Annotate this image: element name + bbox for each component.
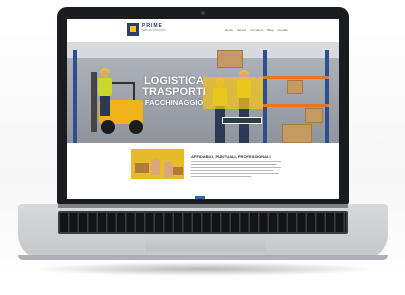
laptop-front-edge <box>18 255 388 260</box>
camera-icon <box>201 11 205 15</box>
keyboard-keys <box>60 213 346 232</box>
rack-beam <box>263 76 329 79</box>
torso <box>98 78 112 96</box>
head <box>101 70 109 78</box>
box <box>173 167 183 175</box>
nav-menu: Home Servizi Chi siamo Blog Contatti <box>225 28 288 32</box>
hero-headline: LOGISTICA TRASPORTI FACCHINAGGIO <box>133 76 215 107</box>
laptop-lid: PRIME SERVIZI INTEGRATI Home Servizi Chi… <box>57 7 349 204</box>
nav-item-contatti[interactable]: Contatti <box>277 28 287 32</box>
feature-text-lines <box>191 161 281 179</box>
hero-cta-button[interactable] <box>222 117 262 124</box>
keyboard <box>58 211 348 234</box>
person <box>164 161 173 177</box>
line <box>191 170 273 171</box>
legs <box>215 106 225 143</box>
line <box>191 161 281 162</box>
hero-line-facchinaggio: FACCHINAGGIO <box>144 98 204 107</box>
hero-banner: LOGISTICA TRASPORTI FACCHINAGGIO <box>67 42 339 143</box>
nav-item-blog[interactable]: Blog <box>267 28 273 32</box>
logo-subtitle: SERVIZI INTEGRATI <box>142 29 166 32</box>
hero-line-trasporti: TRASPORTI <box>142 86 206 98</box>
warehouse-ceiling <box>67 42 339 58</box>
nav-item-home[interactable]: Home <box>225 28 233 32</box>
rack-beam <box>263 104 329 107</box>
cardboard-box <box>217 50 243 68</box>
line <box>191 167 281 168</box>
feature-image <box>131 149 184 179</box>
legs <box>100 96 110 116</box>
laptop-shadow <box>30 262 375 276</box>
warehouse-rack <box>73 50 77 143</box>
laptop-hinge <box>58 204 348 208</box>
logo-mark-icon <box>127 23 139 36</box>
nav-item-chi-siamo[interactable]: Chi siamo <box>250 28 263 32</box>
cardboard-box <box>287 80 303 94</box>
cardboard-box <box>305 108 323 123</box>
forklift-wheel <box>101 120 115 134</box>
box <box>135 163 149 173</box>
laptop-screen: PRIME SERVIZI INTEGRATI Home Servizi Chi… <box>67 19 339 199</box>
person <box>151 159 160 175</box>
cardboard-box <box>282 124 312 143</box>
section-divider <box>67 143 339 147</box>
feature-title: AFFIDABILI, PUNTUALI, PROFESSIONALI <box>191 154 271 159</box>
warehouse-rack <box>263 50 267 143</box>
forklift-wheel <box>129 120 143 134</box>
website-navbar: PRIME SERVIZI INTEGRATI Home Servizi Chi… <box>67 19 339 42</box>
feature-button[interactable] <box>195 196 205 199</box>
warehouse-rack <box>325 50 329 143</box>
line <box>191 164 277 165</box>
nav-item-servizi[interactable]: Servizi <box>237 28 246 32</box>
line <box>191 176 251 177</box>
line <box>191 173 279 174</box>
worker-image <box>98 68 112 116</box>
forklift-mast <box>91 72 97 132</box>
trackpad <box>145 235 265 252</box>
